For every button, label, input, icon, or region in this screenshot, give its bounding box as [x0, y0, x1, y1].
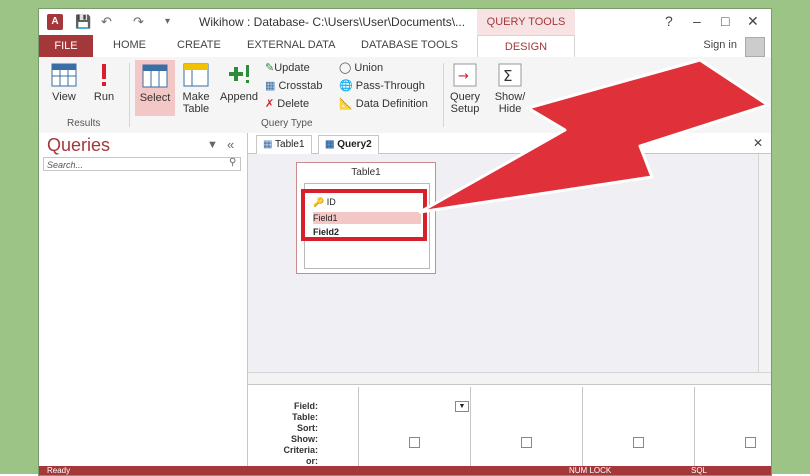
annotation-arrow	[418, 58, 770, 214]
red-arrow-shape	[418, 58, 770, 214]
